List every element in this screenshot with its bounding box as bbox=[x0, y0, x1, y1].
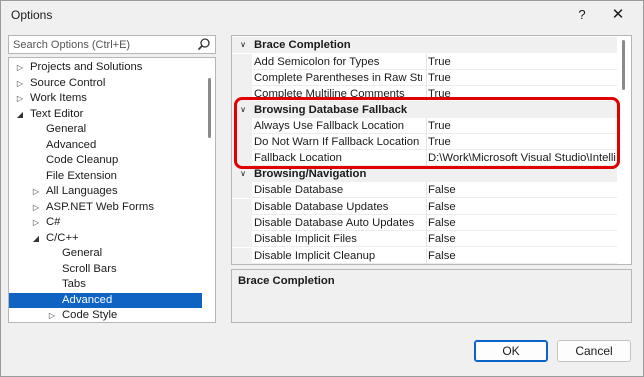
tree-item-label: Code Cleanup bbox=[46, 154, 119, 166]
tree-item-label: All Languages bbox=[46, 185, 118, 197]
grid-category[interactable]: ∨ Brace Completion bbox=[232, 37, 618, 53]
tree-item[interactable]: General bbox=[9, 122, 202, 137]
grid-property-row[interactable]: Disable Implicit Files False bbox=[232, 231, 618, 247]
tree-item-label: Tabs bbox=[62, 278, 86, 290]
tree-item[interactable]: File Extension bbox=[9, 169, 202, 184]
window-title: Options bbox=[11, 8, 53, 22]
tree-item[interactable]: ◢ Text Editor bbox=[9, 107, 202, 122]
search-box bbox=[8, 35, 216, 54]
tree-item-label: C# bbox=[46, 216, 61, 228]
tree-item-label: C/C++ bbox=[46, 231, 79, 244]
tree-item-label: Scroll Bars bbox=[62, 262, 117, 275]
expand-arrow-icon[interactable]: ▷ bbox=[15, 60, 25, 75]
tree-item-label: ASP.NET Web Forms bbox=[46, 200, 154, 213]
grid-gutter bbox=[232, 199, 252, 215]
tree-item-label: Projects and Solutions bbox=[30, 61, 143, 73]
tree-item[interactable]: ◢ C/C++ bbox=[9, 231, 202, 246]
help-button[interactable]: ? bbox=[569, 4, 595, 26]
grid-gutter bbox=[232, 231, 252, 247]
description-panel: Brace Completion bbox=[231, 269, 632, 323]
tree-item-label: Advanced bbox=[62, 293, 113, 306]
tree-item[interactable]: Advanced bbox=[9, 138, 202, 153]
property-value[interactable]: False bbox=[426, 199, 616, 215]
grid-scrollbar-thumb[interactable] bbox=[622, 40, 625, 90]
options-tree: ▷ Code Style Advanced Tabs Scroll Bars Genera… bbox=[8, 57, 216, 323]
grid-property-row[interactable]: Add Semicolon for Types True bbox=[232, 54, 618, 70]
options-dialog: Options ? ✕ ▷ Code Style Advanced Tabs Scrol… bbox=[0, 0, 644, 377]
property-name: Disable Implicit Files bbox=[254, 233, 357, 245]
cancel-button[interactable]: Cancel bbox=[557, 340, 631, 362]
grid-property-row[interactable]: Complete Parentheses in Raw String I True bbox=[232, 70, 618, 86]
tree-item[interactable]: ▷ C# bbox=[9, 215, 202, 230]
grid-property-row[interactable]: Disable Implicit Cleanup False bbox=[232, 248, 618, 264]
collapse-arrow-icon[interactable]: ◢ bbox=[15, 107, 25, 122]
property-name: Disable Database Auto Updates bbox=[254, 217, 415, 229]
property-value[interactable]: True bbox=[426, 54, 616, 70]
expand-arrow-icon[interactable]: ▷ bbox=[31, 184, 41, 199]
grid-property-row[interactable]: Disable Database Updates False bbox=[232, 199, 618, 215]
tree-item[interactable]: ▷ All Languages bbox=[9, 184, 202, 199]
search-icon[interactable] bbox=[197, 37, 211, 51]
grid-gutter bbox=[232, 182, 252, 198]
grid-property-row[interactable]: Disable Database False bbox=[232, 182, 618, 198]
property-value[interactable]: False bbox=[426, 215, 616, 231]
property-value[interactable]: False bbox=[426, 182, 616, 198]
property-name: Disable Implicit Cleanup bbox=[254, 250, 376, 262]
title-bar: Options ? ✕ bbox=[1, 1, 643, 31]
collapse-chevron-icon[interactable]: ∨ bbox=[238, 37, 248, 53]
grid-property-row[interactable]: Disable Database Auto Updates False bbox=[232, 215, 618, 231]
grid-gutter bbox=[232, 54, 252, 70]
property-name: Disable Database bbox=[254, 184, 344, 196]
tree-scrollbar-thumb[interactable] bbox=[208, 78, 211, 138]
tree-item[interactable]: ▷ ASP.NET Web Forms bbox=[9, 200, 202, 215]
tree-item[interactable]: Advanced bbox=[9, 292, 202, 308]
tree-item[interactable]: Code Cleanup bbox=[9, 153, 202, 168]
description-title: Brace Completion bbox=[238, 275, 335, 287]
tree-item-label: Work Items bbox=[30, 92, 87, 104]
expand-arrow-icon[interactable]: ▷ bbox=[15, 76, 25, 91]
property-value[interactable]: True bbox=[426, 70, 616, 86]
tree-item-label: General bbox=[62, 247, 103, 259]
tree-item-label: Text Editor bbox=[30, 107, 84, 120]
tree-item[interactable]: Tabs bbox=[9, 277, 202, 292]
property-name: Complete Parentheses in Raw String I bbox=[254, 72, 422, 84]
property-name: Disable Database Updates bbox=[254, 201, 389, 213]
grid-gutter bbox=[232, 70, 252, 86]
ok-button[interactable]: OK bbox=[474, 340, 548, 362]
expand-arrow-icon[interactable]: ▷ bbox=[15, 91, 25, 106]
tree-item-label: File Extension bbox=[46, 169, 117, 182]
tree-scrollbar[interactable] bbox=[203, 58, 215, 322]
close-button[interactable]: ✕ bbox=[603, 4, 633, 26]
property-value[interactable]: False bbox=[426, 231, 616, 247]
expand-arrow-icon[interactable]: ▷ bbox=[31, 215, 41, 230]
tree-item[interactable]: Scroll Bars bbox=[9, 262, 202, 277]
grid-gutter bbox=[232, 215, 252, 231]
grid-category-label: Brace Completion bbox=[254, 39, 351, 51]
expand-arrow-icon[interactable]: ▷ bbox=[47, 308, 57, 322]
tree-item[interactable]: General bbox=[9, 246, 202, 261]
property-name: Add Semicolon for Types bbox=[254, 56, 380, 68]
search-input[interactable] bbox=[9, 36, 195, 53]
tree-item-label: Source Control bbox=[30, 76, 106, 89]
tree-item[interactable]: ▷ Code Style bbox=[9, 308, 202, 322]
tree-item[interactable]: ▷ Source Control bbox=[9, 76, 202, 91]
grid-gutter bbox=[232, 248, 252, 264]
tree-item[interactable]: ▷ Projects and Solutions bbox=[9, 60, 202, 75]
expand-arrow-icon[interactable]: ▷ bbox=[31, 200, 41, 215]
highlight-annotation bbox=[234, 97, 620, 169]
tree-item-label: Code Style bbox=[62, 309, 118, 321]
property-value[interactable]: False bbox=[426, 248, 616, 264]
collapse-arrow-icon[interactable]: ◢ bbox=[31, 231, 41, 246]
tree-item-label: Advanced bbox=[46, 138, 97, 151]
tree-item[interactable]: ▷ Work Items bbox=[9, 91, 202, 106]
tree-item-label: General bbox=[46, 123, 87, 135]
